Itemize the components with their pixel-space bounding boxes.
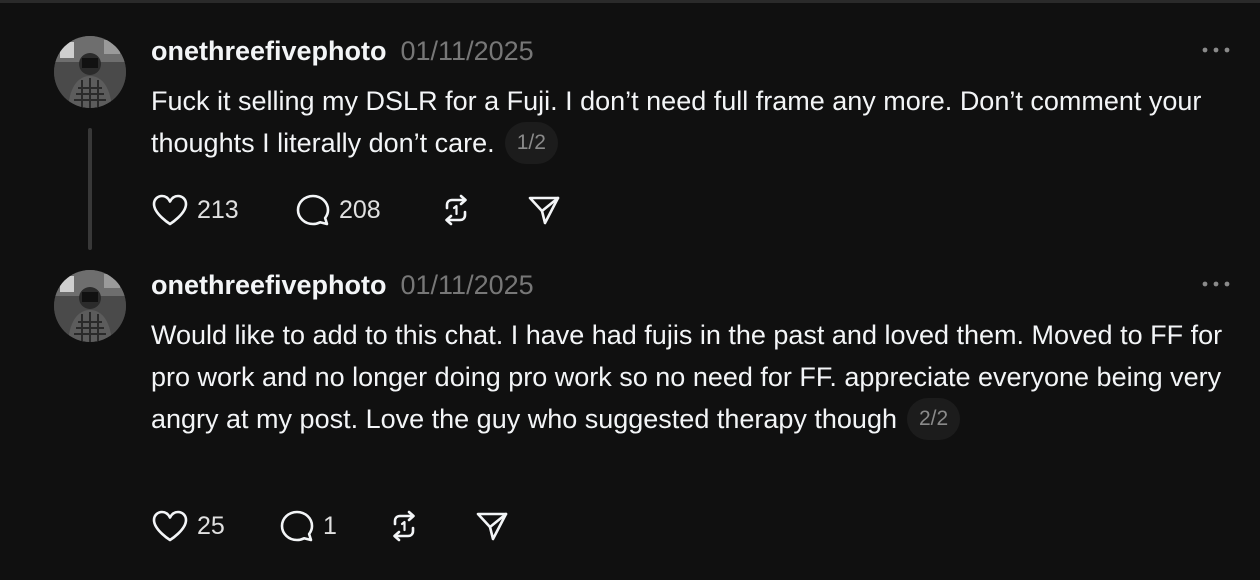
heart-icon: [152, 194, 188, 226]
repost-button[interactable]: [439, 192, 527, 228]
post-text-content: Fuck it selling my DSLR for a Fuji. I do…: [151, 86, 1202, 158]
timestamp[interactable]: 01/11/2025: [401, 36, 534, 67]
avatar[interactable]: [54, 270, 126, 342]
repost-icon: [445, 194, 467, 226]
repost-icon: [393, 510, 415, 542]
post-actions: 213 208: [151, 192, 567, 228]
avatar[interactable]: [54, 36, 126, 108]
timestamp[interactable]: 01/11/2025: [401, 270, 534, 301]
like-count: 25: [197, 511, 225, 540]
comment-icon: [296, 194, 330, 226]
more-options-button[interactable]: [1196, 40, 1236, 60]
top-divider: [0, 0, 1260, 3]
more-icon: [1202, 47, 1230, 53]
comment-icon: [280, 510, 314, 542]
username[interactable]: onethreefivephoto: [151, 36, 387, 67]
post-header: onethreefivephoto 01/11/2025: [151, 270, 534, 300]
more-options-button[interactable]: [1196, 274, 1236, 294]
post-text: Would like to add to this chat. I have h…: [151, 314, 1241, 440]
post-actions: 25 1: [151, 508, 515, 544]
thread-connector-line: [88, 128, 92, 250]
share-icon: [528, 196, 560, 225]
share-button[interactable]: [527, 192, 567, 228]
reply-button[interactable]: 208: [295, 192, 439, 228]
more-icon: [1202, 281, 1230, 287]
reply-count: 1: [323, 511, 337, 540]
thread-page-badge: 1/2: [504, 122, 558, 164]
post-text: Fuck it selling my DSLR for a Fuji. I do…: [151, 80, 1241, 164]
post-header: onethreefivephoto 01/11/2025: [151, 36, 534, 66]
username[interactable]: onethreefivephoto: [151, 270, 387, 301]
reply-count: 208: [339, 195, 381, 224]
share-icon: [476, 512, 508, 541]
reply-button[interactable]: 1: [279, 508, 387, 544]
share-button[interactable]: [475, 508, 515, 544]
like-count: 213: [197, 195, 239, 224]
heart-icon: [152, 510, 188, 542]
like-button[interactable]: 25: [151, 508, 279, 544]
repost-button[interactable]: [387, 508, 475, 544]
thread-page-badge: 2/2: [906, 398, 961, 440]
like-button[interactable]: 213: [151, 192, 295, 228]
post-text-content: Would like to add to this chat. I have h…: [151, 320, 1223, 434]
